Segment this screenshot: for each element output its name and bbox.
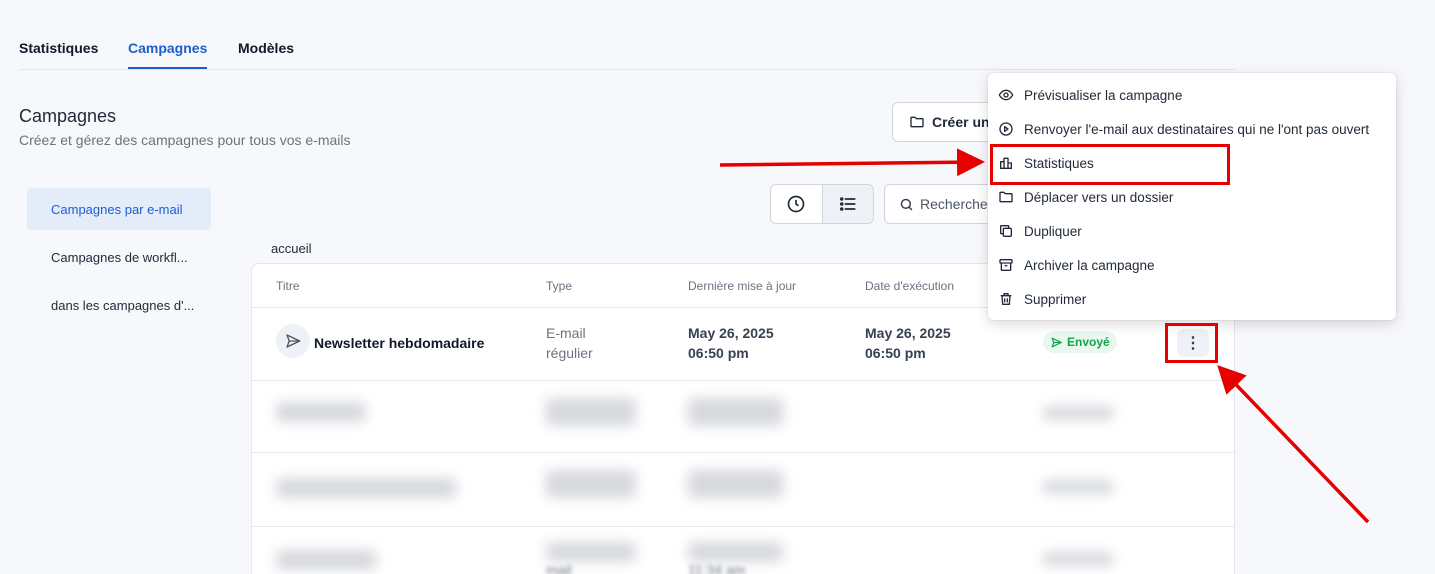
campaign-avatar — [276, 324, 310, 358]
menu-item-label: Déplacer vers un dossier — [1024, 189, 1174, 205]
highlight-more-button-box — [1165, 323, 1218, 363]
menu-item-delete[interactable]: Supprimer — [988, 282, 1396, 316]
sidebar-item-workflow-campaigns[interactable]: Campagnes de workfl... — [27, 236, 211, 278]
tab-campagnes[interactable]: Campagnes — [128, 40, 208, 69]
sidebar-item-email-campaigns[interactable]: Campagnes par e-mail — [27, 188, 211, 230]
blurred-content — [276, 550, 376, 570]
menu-item-label: Dupliquer — [1024, 223, 1082, 239]
send-icon — [1051, 337, 1062, 347]
top-tabs: Statistiques Campagnes Modèles — [19, 0, 1235, 70]
column-header-updated[interactable]: Dernière mise à jour — [688, 279, 796, 293]
blurred-content — [1043, 480, 1113, 494]
partial-type-text: mail — [546, 562, 572, 574]
menu-item-archive[interactable]: Archiver la campagne — [988, 248, 1396, 282]
blurred-content — [688, 542, 783, 562]
column-header-type[interactable]: Type — [546, 279, 572, 293]
blurred-content — [546, 542, 636, 562]
executed-time: 06:50 pm — [865, 345, 926, 361]
row-divider — [252, 452, 1234, 453]
partial-time-text: 11:34 am — [688, 562, 746, 574]
blurred-content — [1043, 552, 1113, 566]
archive-icon — [999, 259, 1013, 271]
column-header-executed[interactable]: Date d'exécution — [865, 279, 954, 293]
campaign-type-line2: régulier — [546, 345, 593, 361]
executed-date: May 26, 2025 — [865, 325, 951, 341]
blurred-content — [276, 402, 366, 422]
blurred-content — [546, 398, 636, 426]
copy-icon — [1000, 225, 1012, 237]
folder-breadcrumb: accueil — [271, 241, 312, 256]
page-subtitle: Créez et gérez des campagnes pour tous v… — [19, 132, 351, 148]
resend-icon — [999, 122, 1013, 136]
menu-item-label: Prévisualiser la campagne — [1024, 87, 1183, 103]
row-divider — [252, 380, 1234, 381]
blurred-content — [688, 470, 783, 498]
blurred-content — [276, 478, 456, 498]
page-title: Campagnes — [19, 106, 117, 126]
campaign-context-menu: Prévisualiser la campagne Renvoyer l'e-m… — [988, 73, 1396, 320]
view-toggle — [770, 184, 874, 224]
tab-modeles[interactable]: Modèles — [238, 40, 294, 56]
arrow-to-statistics — [719, 148, 985, 177]
trash-icon — [1000, 293, 1012, 305]
blurred-content — [688, 398, 783, 426]
campaign-title[interactable]: Newsletter hebdomadaire — [314, 335, 484, 351]
menu-item-preview[interactable]: Prévisualiser la campagne — [988, 78, 1396, 112]
folder-icon — [999, 191, 1013, 203]
column-header-title[interactable]: Titre — [276, 279, 300, 293]
sidebar: Campagnes par e-mail Campagnes de workfl… — [27, 188, 211, 332]
updated-date: May 26, 2025 — [688, 325, 774, 341]
sidebar-item-other-campaigns[interactable]: dans les campagnes d'... — [27, 284, 211, 326]
eye-icon — [998, 89, 1014, 101]
row-divider — [252, 526, 1234, 527]
menu-item-resend[interactable]: Renvoyer l'e-mail aux destinataires qui … — [988, 112, 1396, 146]
blurred-content — [1043, 406, 1113, 420]
arrow-to-more-button — [1217, 364, 1370, 524]
tab-statistiques[interactable]: Statistiques — [19, 40, 98, 56]
menu-item-move-to-folder[interactable]: Déplacer vers un dossier — [988, 180, 1396, 214]
highlight-statistics-box — [990, 144, 1230, 185]
list-view-button[interactable] — [821, 185, 873, 223]
updated-time: 06:50 pm — [688, 345, 749, 361]
status-badge: Envoyé — [1043, 331, 1117, 353]
blurred-content — [546, 470, 636, 498]
status-label: Envoyé — [1067, 335, 1110, 349]
menu-item-label: Archiver la campagne — [1024, 257, 1155, 273]
menu-item-duplicate[interactable]: Dupliquer — [988, 214, 1396, 248]
menu-item-label: Supprimer — [1024, 291, 1087, 307]
send-icon — [286, 334, 301, 348]
folder-icon — [910, 116, 924, 128]
clock-icon — [788, 195, 805, 213]
timeline-view-button[interactable] — [771, 185, 822, 223]
campaign-type-line1: E-mail — [546, 325, 586, 341]
list-icon — [839, 197, 856, 211]
create-button-label: Créer un — [932, 114, 990, 130]
menu-item-label: Renvoyer l'e-mail aux destinataires qui … — [1024, 121, 1370, 137]
search-icon — [900, 198, 913, 210]
